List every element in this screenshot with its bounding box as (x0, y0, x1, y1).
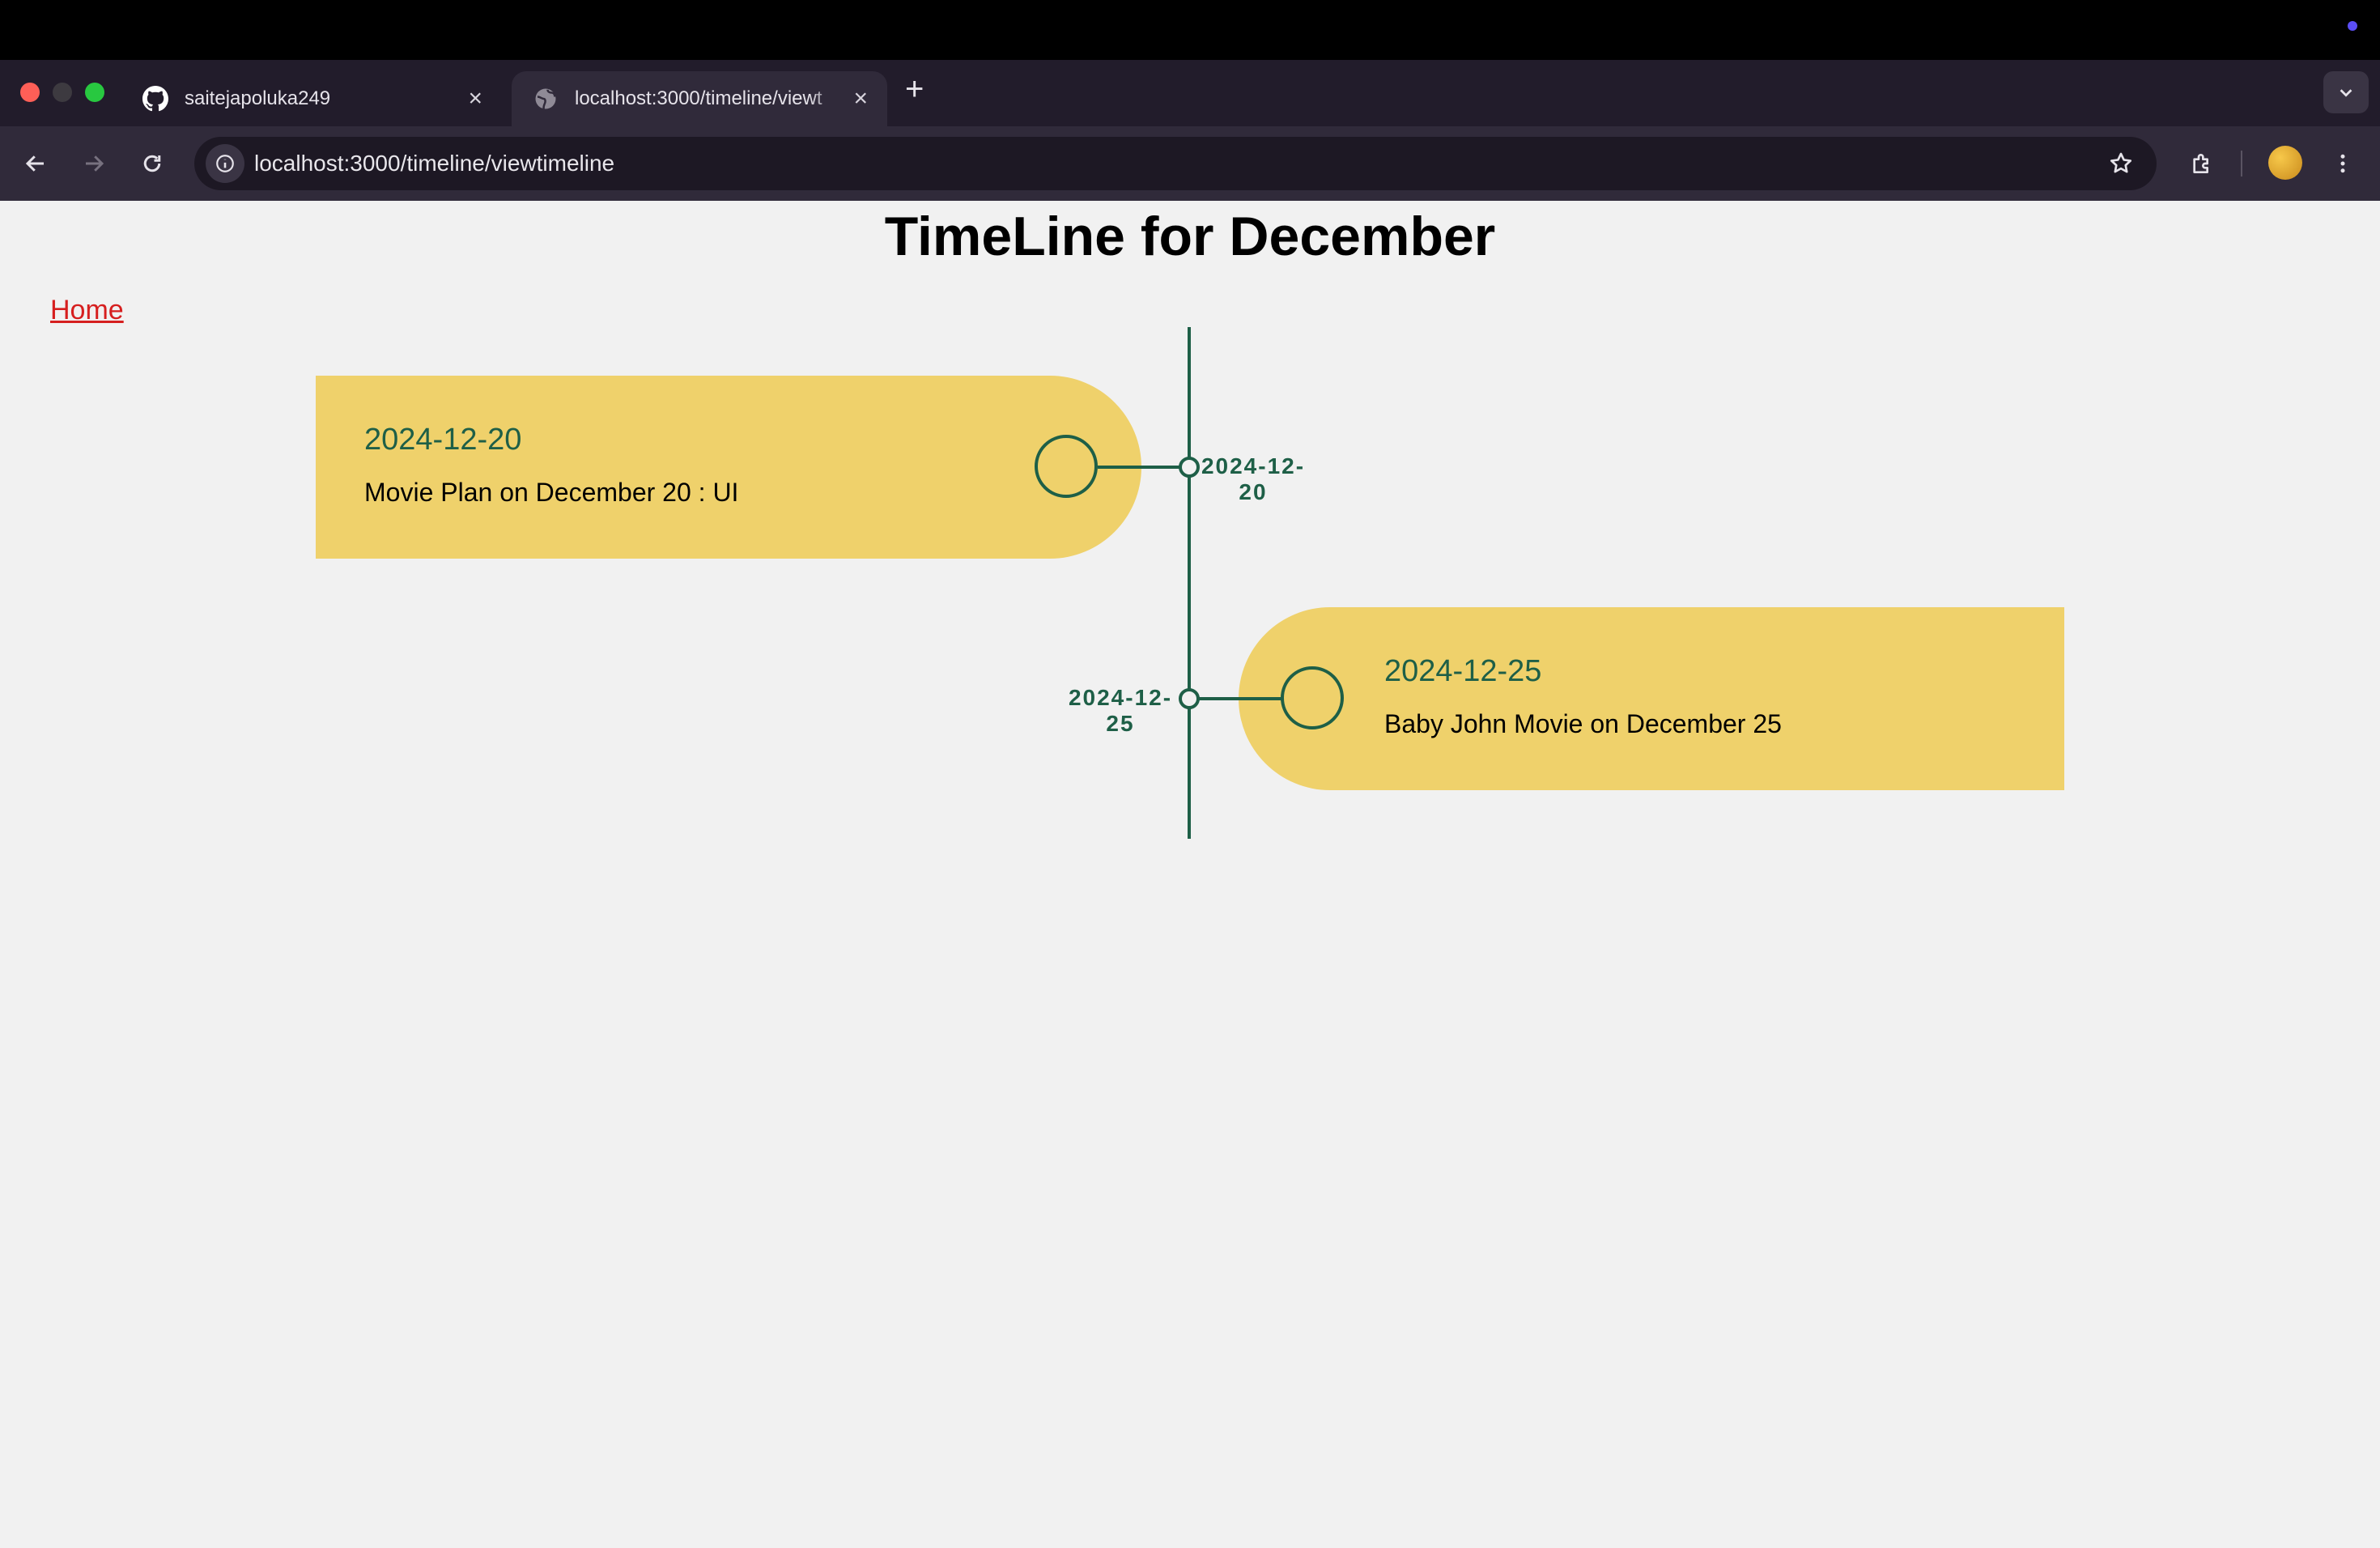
event-date: 2024-12-25 (1384, 654, 1542, 688)
extensions-button[interactable] (2182, 144, 2221, 183)
minimize-window-button[interactable] (53, 83, 72, 102)
github-icon (142, 86, 168, 112)
chevron-down-icon (2340, 89, 2352, 97)
event-description: Baby John Movie on December 25 (1384, 709, 1782, 738)
reload-button[interactable] (133, 144, 172, 183)
timeline-node (1179, 688, 1200, 709)
event-date: 2024-12-20 (364, 423, 522, 457)
close-window-button[interactable] (20, 83, 40, 102)
home-link[interactable]: Home (50, 295, 124, 326)
event-description: Movie Plan on December 20 : UI (364, 478, 739, 507)
event-connector (1098, 466, 1188, 469)
reload-icon (143, 155, 161, 172)
info-icon (216, 155, 234, 172)
tab-title: localhost:3000/timeline/viewt (575, 87, 822, 109)
page-title: TimeLine for December (884, 206, 1496, 267)
more-vertical-icon (2340, 154, 2345, 173)
url-text: localhost:3000/timeline/viewtimeline (254, 151, 615, 176)
new-tab-button[interactable]: + (905, 73, 924, 105)
arrow-left-icon (25, 155, 44, 172)
arrow-right-icon (86, 155, 104, 172)
timeline-event-card: 2024-12-20 Movie Plan on December 20 : U… (316, 376, 1141, 559)
event-ring-icon (1281, 666, 1344, 729)
timeline-axis (1188, 327, 1191, 839)
forward-button[interactable] (74, 144, 113, 183)
timeline-date-label-line1: 2024-12- (1068, 685, 1173, 710)
timeline-date-label: 2024-12- 25 (1065, 685, 1175, 737)
timeline-date-label-line2: 20 (1239, 479, 1268, 504)
timeline-date-label: 2024-12- 20 (1198, 453, 1308, 505)
browser-toolbar: localhost:3000/timeline/viewtimeline (0, 126, 2380, 201)
menu-bar (0, 0, 2380, 60)
tab-title: saitejapoluka249 (185, 87, 331, 109)
toolbar-divider (2241, 151, 2242, 176)
event-connector (1190, 697, 1284, 700)
tab-github[interactable]: saitejapoluka249 × (121, 71, 502, 126)
address-bar[interactable]: localhost:3000/timeline/viewtimeline (194, 137, 2157, 190)
tab-timeline[interactable]: localhost:3000/timeline/viewt × (512, 71, 887, 126)
globe-icon (533, 86, 559, 112)
bookmark-star-icon[interactable] (2108, 151, 2134, 181)
puzzle-icon (2193, 154, 2208, 173)
profile-avatar[interactable] (2268, 146, 2302, 180)
back-button[interactable] (16, 144, 55, 183)
close-tab-icon[interactable]: × (853, 87, 868, 111)
maximize-window-button[interactable] (85, 83, 104, 102)
timeline-node (1179, 457, 1200, 478)
timeline-event-card: 2024-12-25 Baby John Movie on December 2… (1239, 607, 2064, 790)
event-ring-icon (1035, 435, 1098, 498)
tab-strip: saitejapoluka249 × localhost:3000/timeli… (0, 60, 2380, 126)
timeline-date-label-line1: 2024-12- (1201, 453, 1306, 478)
page-content: TimeLine for December Home 2024-12-20 Mo… (0, 201, 2380, 1548)
timeline-date-label-line2: 25 (1106, 711, 1135, 736)
site-info-button[interactable] (206, 144, 244, 183)
recording-indicator-icon (2348, 21, 2357, 31)
close-tab-icon[interactable]: × (468, 87, 482, 111)
tab-search-button[interactable] (2323, 71, 2369, 113)
browser-menu-button[interactable] (2323, 144, 2362, 183)
